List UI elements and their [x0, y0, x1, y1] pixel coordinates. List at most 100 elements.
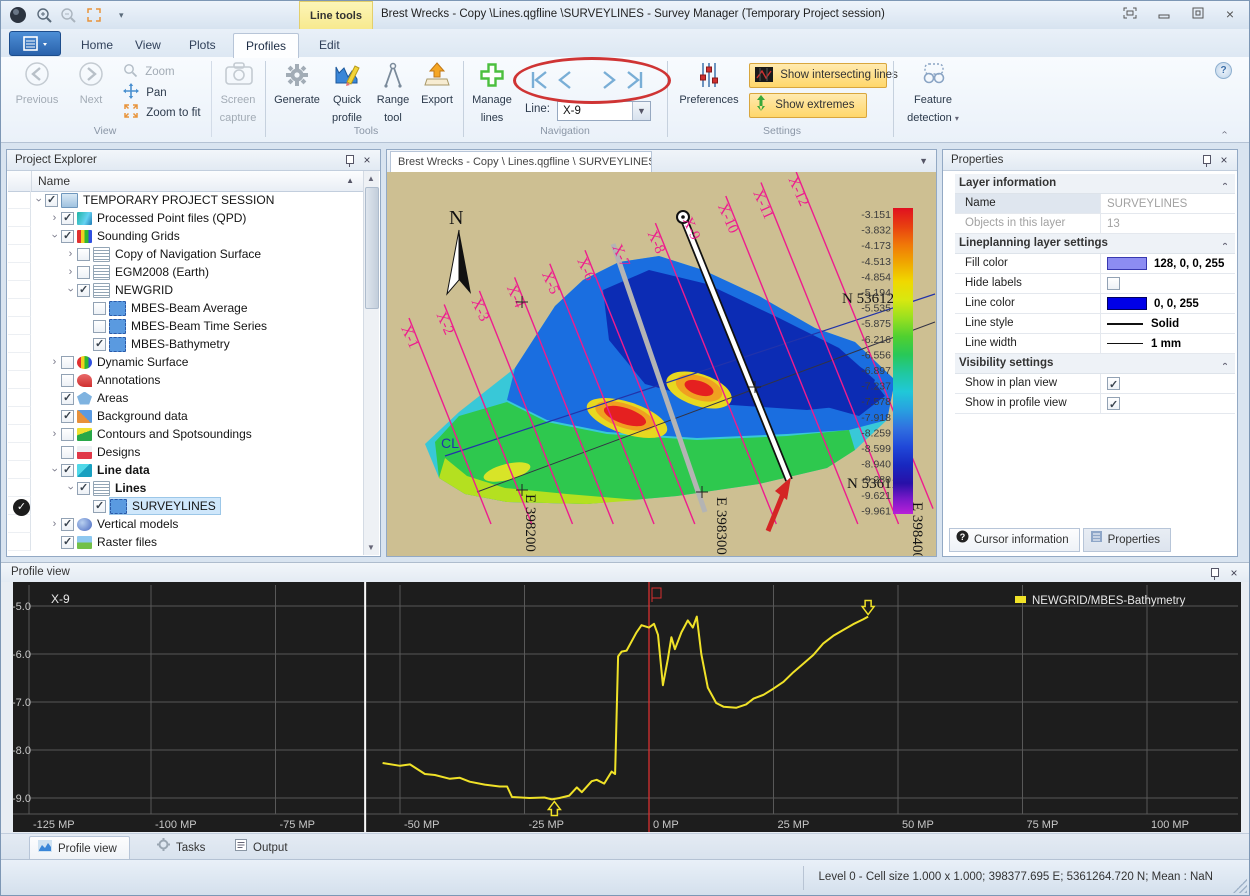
- property-group-header[interactable]: Layer information›: [955, 174, 1235, 194]
- zoom-in-icon[interactable]: [35, 6, 53, 24]
- pin-icon[interactable]: [1201, 155, 1211, 167]
- tab-view[interactable]: View: [123, 33, 173, 57]
- fullscreen-button[interactable]: [1119, 7, 1141, 23]
- expander-icon[interactable]: ›: [48, 356, 61, 368]
- expander-icon[interactable]: ›: [65, 284, 77, 297]
- visibility-checkbox[interactable]: [61, 428, 74, 441]
- bottom-tab-profile-view[interactable]: Profile view: [29, 836, 130, 861]
- visibility-checkbox[interactable]: [61, 374, 74, 387]
- tree-row[interactable]: ›Lines: [8, 479, 364, 497]
- feature-detection-button[interactable]: Feature detection ▾: [899, 59, 967, 123]
- tree-row[interactable]: ›Dynamic Surface: [8, 353, 364, 371]
- property-value[interactable]: 0, 0, 255: [1101, 294, 1235, 313]
- property-value[interactable]: [1101, 274, 1235, 293]
- property-checkbox[interactable]: [1107, 377, 1120, 390]
- last-line-button[interactable]: [621, 69, 647, 91]
- property-checkbox[interactable]: [1107, 277, 1120, 290]
- bottom-tab-tasks[interactable]: Tasks: [149, 836, 217, 859]
- app-logo-icon[interactable]: [9, 6, 27, 24]
- visibility-checkbox[interactable]: [61, 464, 74, 477]
- export-button[interactable]: Export: [415, 59, 459, 123]
- color-swatch[interactable]: [1107, 257, 1147, 270]
- tree-scrollbar[interactable]: ▲ ▼: [363, 171, 379, 555]
- tree-row[interactable]: ›Sounding Grids: [8, 227, 364, 245]
- visibility-checkbox[interactable]: [77, 482, 90, 495]
- property-value[interactable]: 128, 0, 0, 255: [1101, 254, 1235, 273]
- tree-row[interactable]: ›Copy of Navigation Surface: [8, 245, 364, 263]
- expander-icon[interactable]: ›: [33, 194, 45, 207]
- tab-plots[interactable]: Plots: [177, 33, 228, 57]
- zoom-out-icon[interactable]: [59, 6, 77, 24]
- profile-chart[interactable]: -5.0-6.0-7.0-8.0-9.0-125 MP-100 MP-75 MP…: [1, 582, 1250, 834]
- panel-tab-properties[interactable]: Properties: [1083, 528, 1171, 552]
- quick-profile-button[interactable]: Quick profile: [323, 59, 371, 123]
- zoom-to-fit-icon[interactable]: [85, 6, 103, 24]
- tree-row[interactable]: Designs: [8, 443, 364, 461]
- visibility-checkbox[interactable]: [93, 338, 106, 351]
- view-list-caret[interactable]: ▼: [919, 156, 928, 166]
- property-value[interactable]: [1101, 374, 1235, 393]
- expander-icon[interactable]: ›: [48, 212, 61, 224]
- tree-row[interactable]: ›NEWGRID: [8, 281, 364, 299]
- visibility-checkbox[interactable]: [61, 356, 74, 369]
- view-tab[interactable]: Brest Wrecks - Copy \ Lines.qgfline \ SU…: [390, 151, 652, 172]
- tree-column-header[interactable]: Name ▲: [8, 171, 364, 192]
- property-value[interactable]: [1101, 394, 1235, 413]
- visibility-checkbox[interactable]: [93, 320, 106, 333]
- line-select[interactable]: X-9 ▼: [557, 101, 651, 121]
- tree-row[interactable]: Raster files: [8, 533, 364, 551]
- property-group-header[interactable]: Lineplanning layer settings›: [955, 234, 1235, 254]
- pin-icon[interactable]: [344, 155, 354, 167]
- minimize-button[interactable]: [1153, 7, 1175, 23]
- application-menu-button[interactable]: [9, 31, 61, 56]
- scroll-down-icon[interactable]: ▼: [364, 540, 378, 555]
- tree-row[interactable]: Areas: [8, 389, 364, 407]
- first-line-button[interactable]: [527, 69, 553, 91]
- collapse-icon[interactable]: ›: [1216, 182, 1234, 185]
- expander-icon[interactable]: ›: [48, 428, 61, 440]
- next-button[interactable]: Next: [65, 59, 117, 123]
- tab-profiles[interactable]: Profiles: [233, 33, 299, 58]
- visibility-checkbox[interactable]: [61, 212, 74, 225]
- tree-row[interactable]: ›TEMPORARY PROJECT SESSION: [8, 191, 364, 209]
- bottom-tab-output[interactable]: Output: [227, 836, 300, 859]
- close-button[interactable]: ×: [1219, 7, 1241, 23]
- screen-capture-button[interactable]: Screen capture: [213, 59, 263, 123]
- tree-row[interactable]: ›Processed Point files (QPD): [8, 209, 364, 227]
- zoom-button[interactable]: Zoom: [123, 63, 175, 81]
- chevron-down-icon[interactable]: ▼: [632, 102, 650, 120]
- pan-button[interactable]: Pan: [123, 83, 167, 101]
- close-icon[interactable]: ×: [1227, 567, 1241, 581]
- close-icon[interactable]: ×: [1217, 154, 1231, 168]
- tree-row[interactable]: ›Contours and Spotsoundings: [8, 425, 364, 443]
- visibility-checkbox[interactable]: [93, 500, 106, 513]
- zoom-to-fit-button[interactable]: Zoom to fit: [123, 103, 201, 121]
- tree-row[interactable]: ›Line data: [8, 461, 364, 479]
- expander-icon[interactable]: ›: [48, 518, 61, 530]
- tree-row[interactable]: MBES-Beam Average: [8, 299, 364, 317]
- quick-access-customize-caret[interactable]: ▾: [119, 6, 137, 24]
- expander-icon[interactable]: ›: [49, 230, 61, 243]
- expander-icon[interactable]: ›: [64, 248, 77, 260]
- next-line-button[interactable]: [595, 69, 621, 91]
- manage-lines-button[interactable]: Manage lines: [467, 59, 517, 123]
- expander-icon[interactable]: ›: [64, 266, 77, 278]
- visibility-checkbox[interactable]: [61, 536, 74, 549]
- tree-row[interactable]: ›Vertical models: [8, 515, 364, 533]
- plan-view-map[interactable]: CLX-1X-2X-3X-4X-5X-6X-7X-8X-9X-10X-11X-1…: [387, 172, 936, 556]
- restore-button[interactable]: [1187, 7, 1209, 23]
- property-group-header[interactable]: Visibility settings›: [955, 354, 1235, 374]
- tab-home[interactable]: Home: [69, 33, 125, 57]
- tree-row[interactable]: ›EGM2008 (Earth): [8, 263, 364, 281]
- generate-button[interactable]: Generate: [271, 59, 323, 123]
- visibility-checkbox[interactable]: [45, 194, 58, 207]
- visibility-checkbox[interactable]: [77, 284, 90, 297]
- previous-button[interactable]: Previous: [11, 59, 63, 123]
- show-intersecting-lines-toggle[interactable]: Show intersecting lines: [749, 63, 887, 88]
- scroll-up-icon[interactable]: ▲: [364, 171, 378, 186]
- tree-row[interactable]: MBES-Bathymetry: [8, 335, 364, 353]
- tab-edit[interactable]: Edit: [307, 33, 352, 57]
- previous-line-button[interactable]: [553, 69, 579, 91]
- visibility-checkbox[interactable]: [77, 266, 90, 279]
- visibility-checkbox[interactable]: [61, 446, 74, 459]
